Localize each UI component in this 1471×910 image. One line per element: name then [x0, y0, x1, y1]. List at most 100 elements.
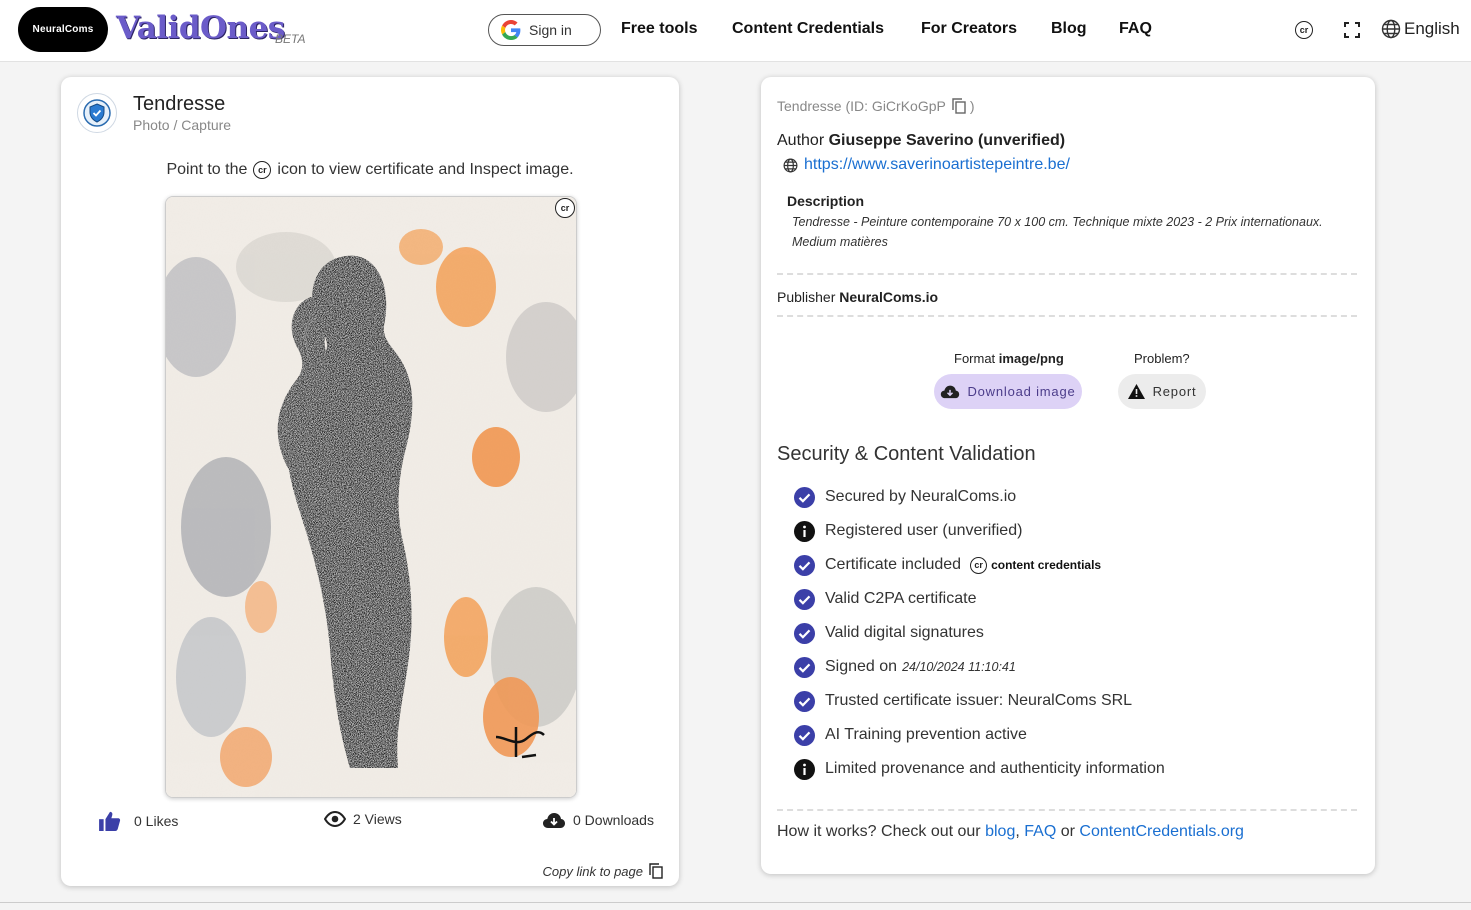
copy-id-icon[interactable] [952, 98, 966, 114]
cr-icon: cr [1295, 21, 1313, 39]
check-circle-icon [794, 588, 815, 610]
copy-link-label: Copy link to page [542, 863, 643, 879]
format-label: Format [954, 351, 996, 366]
publisher-label: Publisher [777, 289, 836, 305]
likes-label: 0 Likes [134, 813, 179, 829]
validation-text: Trusted certificate issuer: NeuralComs S… [825, 692, 1133, 709]
info-circle-icon [794, 758, 815, 780]
nav-free-tools[interactable]: Free tools [621, 20, 697, 38]
validones-logo[interactable]: ValidOnes [116, 10, 285, 46]
hint-text-after: icon to view certificate and Inspect ima… [277, 161, 574, 178]
check-circle-icon [794, 486, 815, 508]
validation-item: Valid digital signatures [794, 616, 1165, 650]
publisher-name: NeuralComs.io [839, 289, 939, 305]
author-website-link[interactable]: https://www.saverinoartistepeintre.be/ [804, 156, 1070, 174]
validation-text: Limited provenance and authenticity info… [825, 760, 1165, 777]
item-title: Tendresse [133, 93, 226, 115]
copy-link-button[interactable]: Copy link to page [543, 863, 663, 879]
content-credentials-button[interactable]: cr [1293, 19, 1315, 41]
footer-divider [0, 902, 1471, 903]
copy-icon [649, 863, 663, 879]
cr-icon: cr [970, 556, 988, 574]
views-label: 2 Views [353, 811, 402, 827]
item-category: Photo / Capture [133, 117, 232, 133]
problem-label: Problem? [1134, 351, 1190, 366]
description-text: Tendresse - Peinture contemporaine 70 x … [792, 215, 1323, 249]
artwork-image[interactable] [165, 196, 577, 798]
likes-counter[interactable]: 0 Likes [99, 811, 178, 831]
sign-in-label: Sign in [529, 22, 572, 38]
content-credentials-link[interactable]: ContentCredentials.org [1079, 823, 1244, 840]
details-card: Tendresse (ID: GiCrKoGpP ) Author Giusep… [761, 77, 1375, 874]
download-image-button[interactable]: Download image [934, 374, 1082, 409]
validation-title: Security & Content Validation [777, 443, 1036, 465]
downloads-counter: 0 Downloads [542, 811, 654, 829]
blog-link[interactable]: blog [985, 823, 1015, 840]
content-credentials-badge[interactable]: cr content credentials [970, 556, 1102, 574]
validation-text: Valid C2PA certificate [825, 590, 977, 607]
info-circle-icon [794, 520, 815, 542]
faq-link[interactable]: FAQ [1024, 823, 1056, 840]
check-circle-icon [794, 656, 815, 678]
check-circle-icon [794, 690, 815, 712]
validation-item: Signed on 24/10/2024 11:10:41 [794, 650, 1165, 684]
views-counter: 2 Views [324, 811, 402, 827]
check-circle-icon [794, 622, 815, 644]
validation-item: Valid C2PA certificate [794, 582, 1165, 616]
nav-blog[interactable]: Blog [1051, 20, 1087, 38]
cr-inspect-button[interactable]: cr [555, 198, 575, 218]
divider [777, 315, 1357, 317]
image-card: Tendresse Photo / Capture Point to the c… [61, 77, 679, 886]
painting-svg [166, 197, 576, 797]
validation-item: Secured by NeuralComs.io [794, 480, 1165, 514]
divider [777, 273, 1357, 275]
cr-icon: cr [253, 161, 272, 179]
nav-content-credentials[interactable]: Content Credentials [732, 20, 884, 38]
validation-text: Valid digital signatures [825, 624, 984, 641]
shield-icon [83, 99, 111, 127]
item-id-close: ) [969, 98, 975, 114]
beta-label: BETA [275, 32, 306, 46]
neuralcoms-logo[interactable]: NeuralComs [18, 7, 108, 52]
thumbs-up-icon [99, 811, 121, 831]
cloud-download-icon [543, 813, 565, 828]
validation-text: AI Training prevention active [825, 726, 1027, 743]
globe-icon [783, 158, 798, 172]
content-credentials-label: content credentials [991, 558, 1102, 572]
author-line: Author Giuseppe Saverino (unverified) [777, 132, 1065, 150]
check-circle-icon [794, 724, 815, 746]
validation-text: Certificate included [825, 556, 962, 573]
download-label: Download image [967, 384, 1076, 399]
report-button[interactable]: Report [1118, 374, 1206, 409]
fullscreen-button[interactable] [1341, 19, 1363, 41]
warning-icon [1127, 384, 1145, 399]
nav-faq[interactable]: FAQ [1119, 20, 1152, 38]
validation-text: Secured by NeuralComs.io [825, 488, 1017, 505]
description-heading: Description [787, 193, 865, 209]
fullscreen-icon [1344, 22, 1360, 38]
item-id-line: Tendresse (ID: GiCrKoGpP ) [777, 98, 975, 114]
format-value: image/png [998, 351, 1064, 366]
separator: , [1015, 823, 1020, 840]
author-name: Giuseppe Saverino (unverified) [828, 132, 1066, 149]
how-it-works: How it works? Check out our blog, FAQ or… [777, 823, 1244, 841]
google-sign-in-button[interactable]: Sign in [488, 14, 601, 46]
nav-for-creators[interactable]: For Creators [921, 20, 1017, 38]
separator: or [1060, 823, 1075, 840]
author-label: Author [777, 132, 825, 149]
format-info: Format image/png [954, 351, 1064, 366]
validation-text: Signed on [825, 658, 898, 675]
report-label: Report [1152, 384, 1197, 399]
validation-item: Registered user (unverified) [794, 514, 1165, 548]
language-selector[interactable]: English [1381, 19, 1460, 39]
avatar[interactable] [77, 93, 117, 133]
check-circle-icon [794, 554, 815, 576]
hint-text-before: Point to the [166, 161, 248, 178]
cloud-download-icon [941, 385, 960, 399]
validation-item: Limited provenance and authenticity info… [794, 752, 1165, 786]
validation-item: AI Training prevention active [794, 718, 1165, 752]
validation-list: Secured by NeuralComs.io Registered user… [794, 480, 1165, 786]
validation-item: Trusted certificate issuer: NeuralComs S… [794, 684, 1165, 718]
top-bar: NeuralComs ValidOnes BETA Sign in Free t… [0, 0, 1471, 62]
inspect-hint: Point to the cr icon to view certificate… [61, 161, 679, 179]
